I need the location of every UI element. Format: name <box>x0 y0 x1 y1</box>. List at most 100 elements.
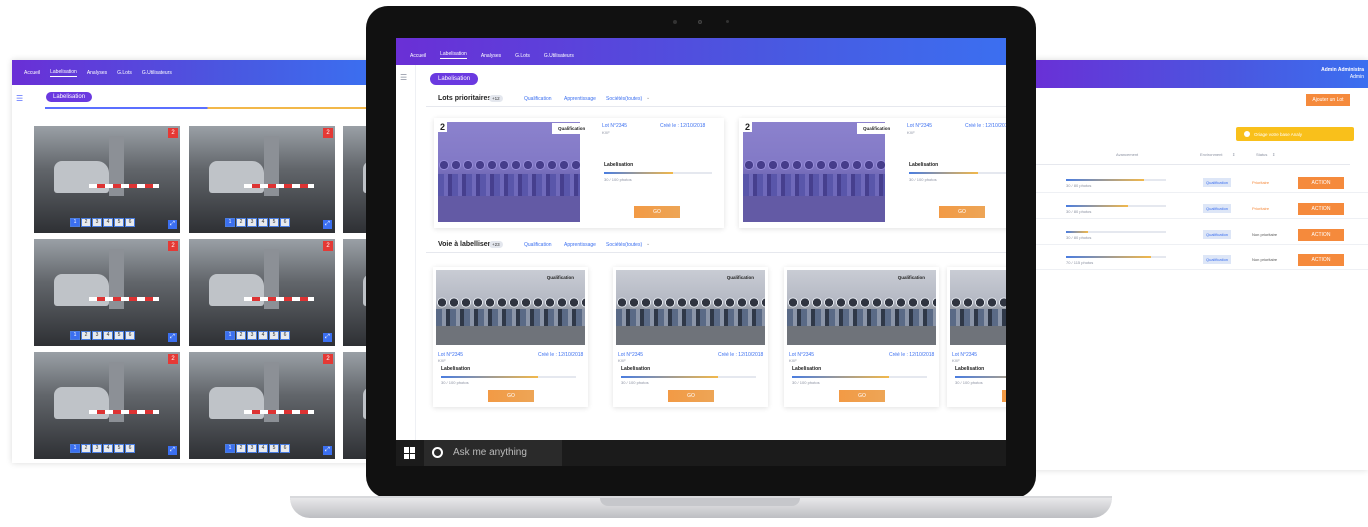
page-button[interactable]: 2 <box>81 331 91 340</box>
lot-card[interactable]: 2 Qualification Lot N°2345 KXF Créé le :… <box>434 118 724 228</box>
page-button[interactable]: 4 <box>258 218 268 227</box>
page-button[interactable]: 1 <box>70 331 80 340</box>
chevron-down-icon[interactable]: ⌄ <box>646 241 650 247</box>
go-button[interactable]: GO <box>1002 390 1006 402</box>
table-row[interactable]: 30 / 80 photos Qualification Prioritaire… <box>1030 173 1368 193</box>
page-button[interactable]: 5 <box>114 444 124 453</box>
nav-labelisation[interactable]: Labelisation <box>50 69 77 77</box>
page-button[interactable]: 1 <box>225 331 235 340</box>
nav-glots[interactable]: G.Lots <box>515 53 530 59</box>
page-button[interactable]: 6 <box>280 444 290 453</box>
admin-block[interactable]: Admin Administra Admin <box>1321 67 1364 81</box>
lot-card[interactable]: Qualification Lot N°2345 KXF Créé le : 1… <box>613 267 768 407</box>
lot-card[interactable]: Qualification Lot N°2345 KXF Créé le : 1… <box>947 267 1006 407</box>
page-button[interactable]: 2 <box>236 444 246 453</box>
page-button[interactable]: 3 <box>92 444 102 453</box>
page-button[interactable]: 5 <box>269 331 279 340</box>
header-environment[interactable]: Environment <box>1200 152 1222 157</box>
page-button[interactable]: 1 <box>225 218 235 227</box>
page-button[interactable]: 2 <box>236 218 246 227</box>
page-button[interactable]: 5 <box>114 218 124 227</box>
nav-labelisation[interactable]: Labelisation <box>440 51 467 59</box>
expand-icon[interactable]: ⤢ <box>323 446 332 455</box>
page-button[interactable]: 4 <box>103 444 113 453</box>
expand-icon[interactable]: ⤢ <box>323 220 332 229</box>
tab-qualification[interactable]: Qualification <box>524 96 552 102</box>
parking-thumbnail[interactable]: 2 123456 ⤢ <box>34 239 180 346</box>
page-button[interactable]: 6 <box>125 444 135 453</box>
parking-thumbnail[interactable]: 2 123456 ⤢ <box>34 352 180 459</box>
page-button[interactable]: 1 <box>225 444 235 453</box>
menu-icon[interactable]: ☰ <box>16 94 23 103</box>
go-button[interactable]: GO <box>939 206 985 218</box>
nav-gutilisateurs[interactable]: G.Utilisateurs <box>142 70 172 76</box>
expand-icon[interactable]: ⤢ <box>168 220 177 229</box>
go-button[interactable]: GO <box>634 206 680 218</box>
row-action-button[interactable]: ACTION <box>1298 254 1344 266</box>
nav-accueil[interactable]: Accueil <box>410 53 426 59</box>
page-button[interactable]: 4 <box>103 331 113 340</box>
parking-thumbnail[interactable]: 2 123456 ⤢ <box>189 352 335 459</box>
page-button[interactable]: 1 <box>70 218 80 227</box>
row-action-button[interactable]: ACTION <box>1298 229 1344 241</box>
nav-analyses[interactable]: Analyses <box>481 53 501 59</box>
table-row[interactable]: 30 / 80 photos Qualification Prioritaire… <box>1030 199 1368 219</box>
nav-accueil[interactable]: Accueil <box>24 70 40 76</box>
tab-qualification[interactable]: Qualification <box>524 242 552 248</box>
tab-societes[interactable]: Sociétés(toutes) <box>606 96 642 102</box>
expand-icon[interactable]: ⤢ <box>323 333 332 342</box>
page-button[interactable]: 5 <box>114 331 124 340</box>
expand-icon[interactable]: ⤢ <box>168 446 177 455</box>
tab-societes[interactable]: Sociétés(toutes) <box>606 242 642 248</box>
row-action-button[interactable]: ACTION <box>1298 203 1344 215</box>
menu-icon[interactable]: ☰ <box>400 73 407 82</box>
tab-apprentissage[interactable]: Apprentissage <box>564 96 596 102</box>
parking-thumbnail[interactable]: 2 123456 ⤢ <box>189 239 335 346</box>
nav-gutilisateurs[interactable]: G.Utilisateurs <box>544 53 574 59</box>
table-row[interactable]: 30 / 80 photos Qualification Non priorit… <box>1030 225 1368 245</box>
add-lot-button[interactable]: Ajouter un Lot <box>1306 94 1350 106</box>
page-button[interactable]: 3 <box>247 218 257 227</box>
page-button[interactable]: 2 <box>81 444 91 453</box>
nav-glots[interactable]: G.Lots <box>117 70 132 76</box>
header-status-sort-icon[interactable]: ⇕ <box>1272 152 1275 157</box>
page-button[interactable]: 4 <box>258 331 268 340</box>
page-button[interactable]: 1 <box>70 444 80 453</box>
page-button[interactable]: 3 <box>92 331 102 340</box>
parking-thumbnail[interactable]: 2 123456 ⤢ <box>189 126 335 233</box>
lot-number: 2 <box>438 122 448 132</box>
chevron-down-icon[interactable]: ⌄ <box>646 95 650 101</box>
header-status[interactable]: Status <box>1256 152 1267 157</box>
page-button[interactable]: 2 <box>81 218 91 227</box>
page-button[interactable]: 5 <box>269 218 279 227</box>
tab-apprentissage[interactable]: Apprentissage <box>564 242 596 248</box>
toll-photo[interactable] <box>438 122 580 222</box>
parking-thumbnail[interactable]: 2 123456 ⤢ <box>34 126 180 233</box>
lot-card[interactable]: Qualification Lot N°2345 KXF Créé le : 1… <box>784 267 939 407</box>
windows-start-icon[interactable] <box>404 447 416 459</box>
page-button[interactable]: 6 <box>125 218 135 227</box>
go-button[interactable]: GO <box>839 390 885 402</box>
page-button[interactable]: 5 <box>269 444 279 453</box>
header-environment-sort-icon[interactable]: ⇕ <box>1232 152 1235 157</box>
row-action-button[interactable]: ACTION <box>1298 177 1344 189</box>
page-button[interactable]: 6 <box>280 331 290 340</box>
expand-icon[interactable]: ⤢ <box>168 333 177 342</box>
page-button[interactable]: 2 <box>236 331 246 340</box>
toll-photo[interactable] <box>950 270 1006 345</box>
page-button[interactable]: 4 <box>103 218 113 227</box>
cortana-search[interactable]: Ask me anything <box>424 440 562 466</box>
page-button[interactable]: 3 <box>247 444 257 453</box>
lot-card[interactable]: 2 Qualification Lot N°2345 KXF Créé le :… <box>739 118 1006 228</box>
page-button[interactable]: 6 <box>125 331 135 340</box>
nav-analyses[interactable]: Analyses <box>87 70 107 76</box>
page-button[interactable]: 3 <box>92 218 102 227</box>
lot-card[interactable]: Qualification Lot N°2345 KXF Créé le : 1… <box>433 267 588 407</box>
go-button[interactable]: GO <box>668 390 714 402</box>
page-button[interactable]: 6 <box>280 218 290 227</box>
table-row[interactable]: 70 / 115 photos Qualification Non priori… <box>1030 250 1368 270</box>
go-button[interactable]: GO <box>488 390 534 402</box>
page-button[interactable]: 4 <box>258 444 268 453</box>
toll-photo[interactable] <box>743 122 885 222</box>
page-button[interactable]: 3 <box>247 331 257 340</box>
